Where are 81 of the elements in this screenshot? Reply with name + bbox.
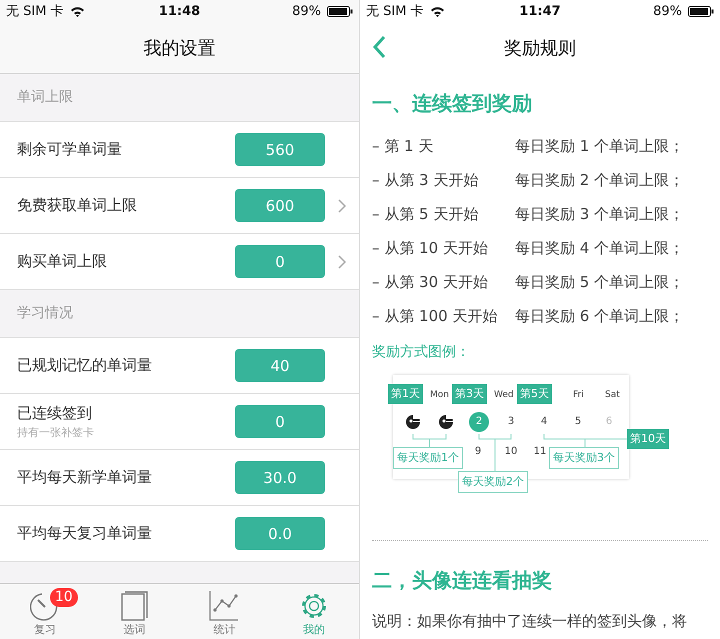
battery-text: 89%	[292, 4, 321, 18]
reward-callout: 每天奖励3个	[549, 447, 619, 469]
row-label: 购买单词上限	[17, 252, 107, 271]
battery-text: 89%	[653, 4, 682, 18]
book-icon	[120, 591, 149, 621]
row-label: 已连续签到	[17, 404, 92, 422]
row-label: 平均每天复习单词量	[17, 524, 152, 543]
row-label: 已规划记忆的单词量	[17, 356, 152, 375]
avatar-icon	[438, 414, 454, 430]
line-chart-icon	[209, 591, 240, 621]
rule-day: – 从第 5 天开始	[372, 204, 515, 224]
back-icon[interactable]	[372, 35, 386, 59]
carrier-text: 无 SIM 卡	[6, 3, 64, 20]
tab-item[interactable]: 选词	[90, 584, 180, 639]
row-sublabel: 持有一张补签卡	[17, 424, 94, 440]
calendar-day: 3	[501, 412, 521, 432]
rule-day: – 从第 10 天开始	[372, 238, 515, 258]
rule-day: – 从第 30 天开始	[372, 272, 515, 292]
chevron-icon	[338, 254, 346, 268]
value-button[interactable]: 600	[235, 189, 325, 222]
rule-day: – 从第 100 天开始	[372, 306, 515, 326]
value-button[interactable]: 0	[235, 405, 325, 438]
section-heading: 二，头像连连看抽奖	[372, 567, 553, 594]
settings-row[interactable]: 已连续签到 持有一张补签卡 0	[0, 394, 359, 450]
avatar-icon	[405, 414, 421, 430]
tab-item[interactable]: 我的	[269, 584, 359, 639]
calendar-day: 4	[534, 412, 554, 432]
value-button[interactable]: 0	[235, 245, 325, 278]
battery-icon	[327, 6, 353, 16]
rule-day: – 从第 3 天开始	[372, 170, 515, 190]
row-label: 免费获取单词上限	[17, 196, 137, 215]
time-text: 11:47	[519, 4, 561, 18]
weekday-label: Fri	[573, 389, 584, 401]
day-tag: 第1天	[388, 384, 423, 404]
rule-reward: 每日奖励 3 个单词上限；	[515, 204, 684, 224]
calendar-day: 10	[501, 442, 521, 462]
rule-reward: 每日奖励 5 个单词上限；	[515, 272, 684, 292]
rule-reward: 每日奖励 6 个单词上限；	[515, 306, 684, 326]
value-button[interactable]: 0.0	[235, 517, 325, 550]
weekday-label: Mon	[430, 389, 449, 401]
calendar-day: 5	[568, 412, 588, 432]
battery-icon	[688, 6, 714, 16]
reward-callout: 每天奖励2个	[458, 471, 528, 493]
wifi-icon	[70, 6, 85, 16]
time-text: 11:48	[158, 4, 200, 18]
weekday-label: Sat	[605, 389, 620, 401]
row-label: 剩余可学单词量	[17, 140, 122, 159]
rule-reward: 每日奖励 4 个单词上限；	[515, 238, 684, 258]
count-badge: 10	[50, 588, 78, 607]
value-button[interactable]: 30.0	[235, 461, 325, 494]
reward-callout: 每天奖励1个	[393, 447, 463, 469]
screen-title: 奖励规则	[504, 36, 576, 60]
settings-row[interactable]: 免费获取单词上限 600	[0, 178, 359, 234]
settings-row[interactable]: 剩余可学单词量 560	[0, 122, 359, 178]
day-tag: 第10天	[627, 429, 669, 449]
rule-reward: 每日奖励 1 个单词上限；	[515, 136, 684, 156]
calendar-day: 6	[599, 412, 619, 432]
rule-reward: 每日奖励 2 个单词上限；	[515, 170, 684, 190]
settings-row[interactable]: 购买单词上限 0	[0, 234, 359, 290]
value-button[interactable]: 40	[235, 349, 325, 382]
row-label: 平均每天新学单词量	[17, 468, 152, 487]
screen-title: 我的设置	[144, 36, 216, 60]
settings-row[interactable]: 已规划记忆的单词量 40	[0, 338, 359, 394]
day-tag: 第3天	[452, 384, 487, 404]
section-heading: 一、连续签到奖励	[372, 90, 533, 117]
day-tag: 第5天	[517, 384, 552, 404]
tab-item[interactable]: 统计	[180, 584, 270, 639]
calendar-day: 11	[530, 442, 550, 462]
description-text: 说明：如果你有抽中了连续一样的签到头像，将	[372, 611, 688, 631]
wifi-icon	[430, 6, 445, 16]
weekday-label: Wed	[494, 389, 514, 401]
chevron-icon	[338, 198, 346, 212]
calendar-day: 9	[468, 442, 488, 462]
legend-label: 奖励方式图例：	[372, 343, 471, 362]
carrier-text: 无 SIM 卡	[366, 3, 424, 20]
settings-row[interactable]: 平均每天新学单词量 30.0	[0, 450, 359, 506]
tab-item[interactable]: 10 复习	[0, 584, 90, 639]
bracket-line	[412, 434, 447, 448]
value-button[interactable]: 560	[235, 133, 325, 166]
rule-day: – 第 1 天	[372, 136, 515, 156]
settings-row[interactable]: 平均每天复习单词量 0.0	[0, 506, 359, 562]
